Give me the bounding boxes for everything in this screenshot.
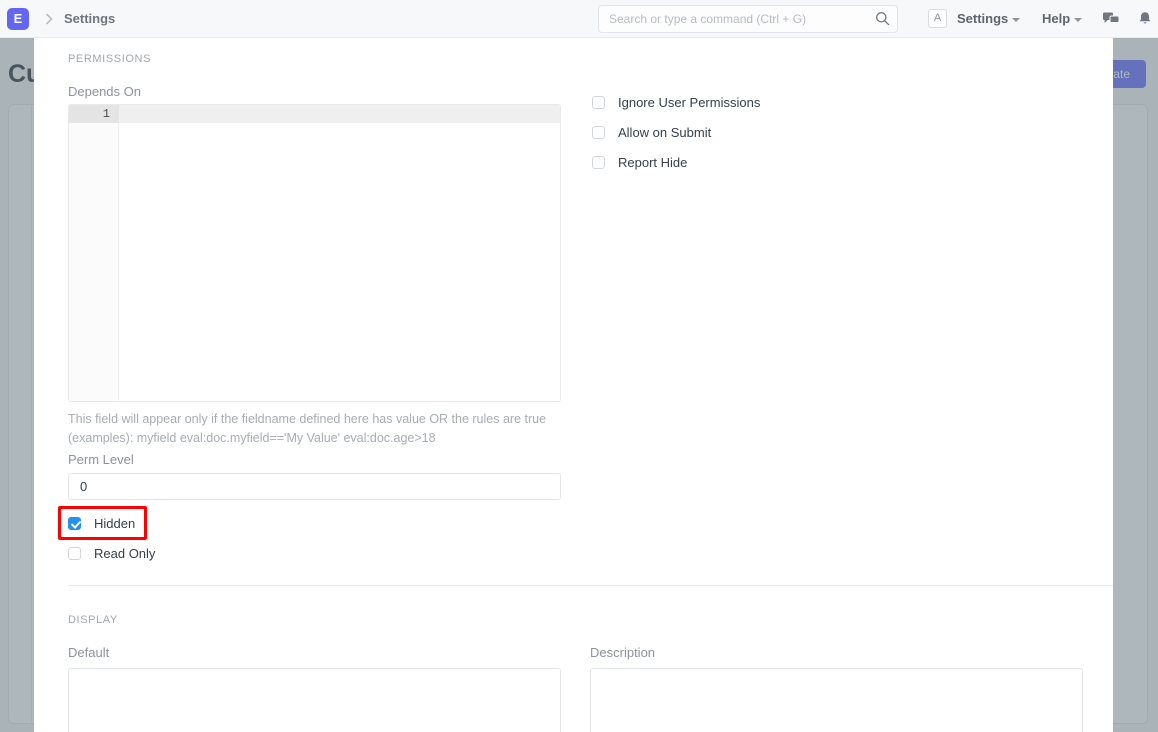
depends-on-label: Depends On	[68, 84, 141, 99]
checkbox-ignore-user-permissions-box[interactable]	[592, 96, 605, 109]
section-divider	[68, 585, 1113, 586]
editor-gutter	[69, 105, 119, 401]
top-navbar: E Settings A Settings Help	[0, 0, 1158, 38]
checkbox-allow-on-submit-label: Allow on Submit	[618, 125, 711, 140]
perm-level-label: Perm Level	[68, 452, 134, 467]
checkbox-allow-on-submit[interactable]: Allow on Submit	[592, 125, 711, 140]
chevron-right-icon	[42, 11, 56, 27]
nav-help-label: Help	[1042, 11, 1070, 26]
checkbox-report-hide-label: Report Hide	[618, 155, 687, 170]
checkbox-hidden[interactable]: Hidden	[68, 516, 135, 531]
editor-active-line	[119, 105, 560, 123]
chevron-down-icon	[1074, 18, 1082, 22]
description-label: Description	[590, 645, 655, 660]
editor-line-number: 1	[69, 105, 119, 123]
perm-level-input[interactable]	[68, 473, 561, 500]
app-logo[interactable]: E	[7, 8, 29, 30]
avatar[interactable]: A	[928, 9, 947, 28]
breadcrumb[interactable]: Settings	[64, 11, 115, 26]
chevron-down-icon	[1012, 18, 1020, 22]
field-properties-modal: PERMISSIONS Depends On 1 This field will…	[34, 38, 1113, 732]
checkbox-read-only[interactable]: Read Only	[68, 546, 155, 561]
depends-on-code-editor[interactable]: 1	[68, 104, 561, 402]
background-card-divider	[31, 105, 32, 723]
checkbox-hidden-label: Hidden	[94, 516, 135, 531]
description-textarea[interactable]	[590, 668, 1083, 732]
search-input[interactable]	[598, 5, 898, 33]
nav-help-dropdown[interactable]: Help	[1042, 11, 1082, 26]
default-label: Default	[68, 645, 109, 660]
checkbox-allow-on-submit-box[interactable]	[592, 126, 605, 139]
nav-settings-label: Settings	[957, 11, 1008, 26]
checkbox-read-only-box[interactable]	[68, 547, 81, 560]
depends-on-help-text: This field will appear only if the field…	[68, 410, 568, 448]
chat-bubble-icon[interactable]	[1102, 10, 1120, 28]
nav-settings-dropdown[interactable]: Settings	[957, 11, 1020, 26]
display-section-title: DISPLAY	[68, 614, 118, 626]
checkbox-ignore-user-permissions-label: Ignore User Permissions	[618, 95, 760, 110]
checkbox-report-hide[interactable]: Report Hide	[592, 155, 687, 170]
checkbox-report-hide-box[interactable]	[592, 156, 605, 169]
default-textarea[interactable]	[68, 668, 561, 732]
checkbox-read-only-label: Read Only	[94, 546, 155, 561]
search-container	[598, 5, 898, 33]
checkbox-ignore-user-permissions[interactable]: Ignore User Permissions	[592, 95, 760, 110]
permissions-section-title: PERMISSIONS	[68, 53, 151, 65]
checkbox-hidden-box[interactable]	[68, 517, 81, 530]
bell-icon[interactable]	[1136, 10, 1154, 28]
